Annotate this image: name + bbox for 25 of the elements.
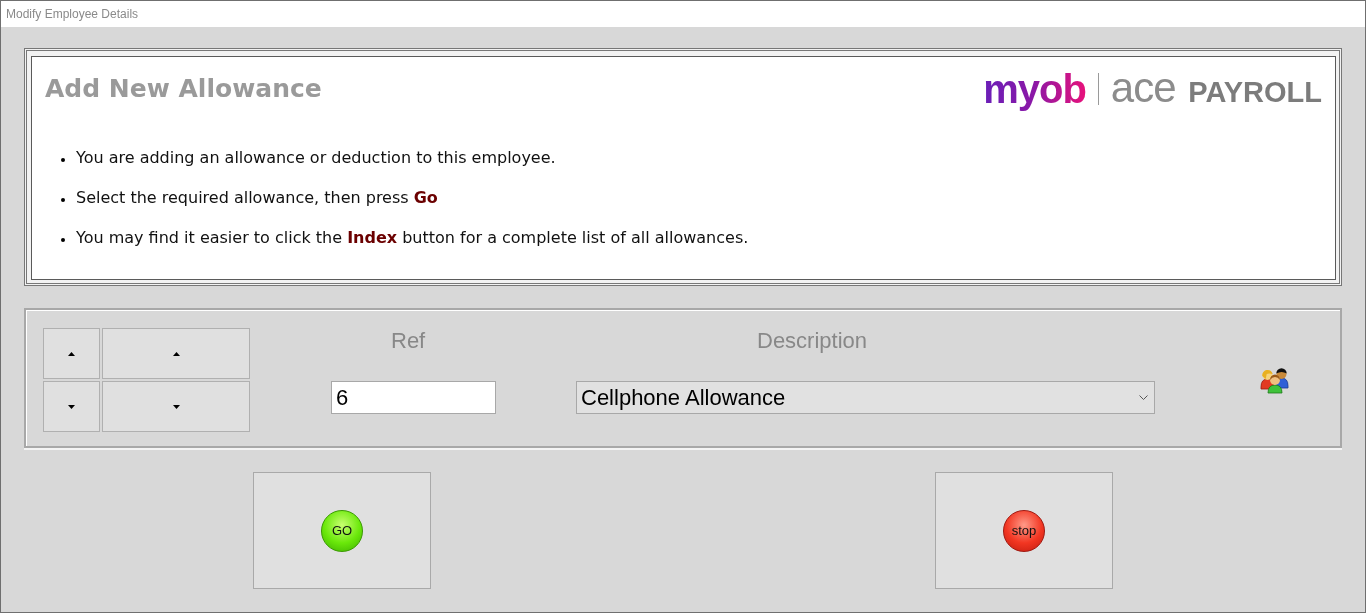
description-label: Description <box>757 328 868 354</box>
caret-up-icon <box>172 351 180 356</box>
bullet-icon <box>61 157 65 162</box>
people-icon[interactable] <box>1260 365 1290 394</box>
go-button[interactable]: GO <box>253 472 431 589</box>
up-button[interactable] <box>102 328 250 379</box>
instruction-text: You may find it easier to click the Index button for a complete list of all allowances. <box>76 227 749 249</box>
chevron-down-icon <box>1139 395 1148 400</box>
down-button[interactable] <box>102 381 250 432</box>
up-button[interactable] <box>43 328 100 379</box>
instruction-text: Select the required allowance, then press Go <box>76 187 438 209</box>
page-title: Add New Allowance <box>45 73 322 104</box>
caret-up-icon <box>68 351 75 356</box>
down-button[interactable] <box>43 381 100 432</box>
caret-down-icon <box>68 404 75 409</box>
product-name: ace PAYROLL <box>1110 65 1322 112</box>
caret-down-icon <box>172 404 180 409</box>
bullet-icon <box>61 197 65 202</box>
ref-label: Ref <box>391 328 426 354</box>
instruction-text: You are adding an allowance or deduction to this employee. <box>76 147 556 169</box>
window-title: Modify Employee Details <box>6 6 139 23</box>
description-dropdown[interactable]: Cellphone Allowance <box>576 381 1155 414</box>
stop-button[interactable]: stop <box>935 472 1113 589</box>
ref-field[interactable]: 6 <box>331 381 496 414</box>
bullet-icon <box>61 237 65 242</box>
